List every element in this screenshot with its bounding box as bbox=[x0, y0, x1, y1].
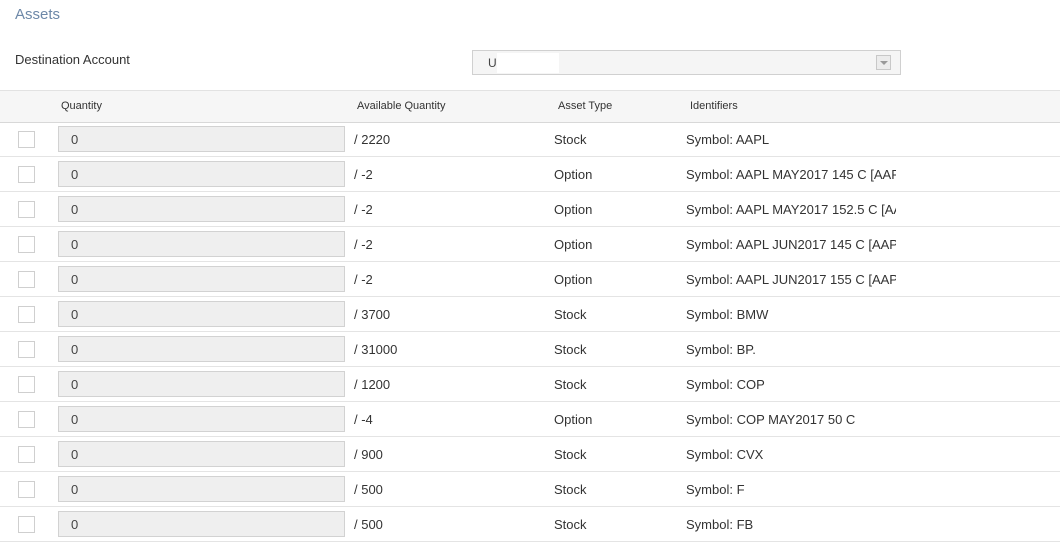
identifier: Symbol: CVX bbox=[686, 447, 764, 462]
asset-type: Stock bbox=[554, 307, 587, 322]
table-row: / 2220 Stock Symbol: AAPL bbox=[0, 122, 1060, 157]
destination-account-value: U bbox=[488, 56, 497, 70]
row-checkbox[interactable] bbox=[18, 236, 35, 253]
asset-type: Stock bbox=[554, 132, 587, 147]
row-checkbox[interactable] bbox=[18, 131, 35, 148]
header-quantity[interactable]: Quantity bbox=[61, 100, 102, 112]
identifier: Symbol: AAPL JUN2017 155 C [AAPL bbox=[686, 272, 896, 287]
quantity-input[interactable] bbox=[58, 406, 345, 432]
available-quantity: / 31000 bbox=[354, 342, 398, 357]
table-row: / -2 Option Symbol: AAPL JUN2017 155 C [AA… bbox=[0, 262, 1060, 297]
available-quantity: / -2 bbox=[354, 272, 373, 287]
quantity-input[interactable] bbox=[58, 196, 345, 222]
table-row: / -2 Option Symbol: AAPL JUN2017 145 C [AA… bbox=[0, 227, 1060, 262]
asset-type: Stock bbox=[554, 482, 587, 497]
table-row: / 1200 Stock Symbol: COP bbox=[0, 367, 1060, 402]
redacted-mask bbox=[497, 53, 559, 73]
available-quantity: / 3700 bbox=[354, 307, 391, 322]
row-checkbox[interactable] bbox=[18, 271, 35, 288]
row-checkbox[interactable] bbox=[18, 411, 35, 428]
asset-type: Stock bbox=[554, 342, 587, 357]
quantity-input[interactable] bbox=[58, 266, 345, 292]
assets-title: Assets bbox=[15, 6, 61, 23]
row-checkbox[interactable] bbox=[18, 306, 35, 323]
row-checkbox[interactable] bbox=[18, 341, 35, 358]
row-checkbox[interactable] bbox=[18, 376, 35, 393]
row-checkbox[interactable] bbox=[18, 481, 35, 498]
asset-type: Option bbox=[554, 237, 593, 252]
available-quantity: / 900 bbox=[354, 447, 383, 462]
identifier: Symbol: AAPL bbox=[686, 132, 770, 147]
identifier: Symbol: AAPL MAY2017 145 C [AAPL bbox=[686, 167, 896, 182]
asset-type: Option bbox=[554, 412, 593, 427]
table-row: / -2 Option Symbol: AAPL MAY2017 152.5 C [… bbox=[0, 192, 1060, 227]
asset-type: Stock bbox=[554, 447, 587, 462]
table-row: / 500 Stock Symbol: F bbox=[0, 472, 1060, 507]
table-row: / 500 Stock Symbol: FB bbox=[0, 507, 1060, 542]
quantity-input[interactable] bbox=[58, 511, 345, 537]
identifier: Symbol: COP MAY2017 50 C bbox=[686, 412, 856, 427]
destination-account-label: Destination Account bbox=[15, 52, 130, 67]
asset-type: Option bbox=[554, 202, 593, 217]
header-asset-type[interactable]: Asset Type bbox=[558, 100, 612, 112]
table-row: / -4 Option Symbol: COP MAY2017 50 C bbox=[0, 402, 1060, 437]
available-quantity: / 500 bbox=[354, 517, 383, 532]
quantity-input[interactable] bbox=[58, 301, 345, 327]
identifier: Symbol: COP bbox=[686, 377, 765, 392]
quantity-input[interactable] bbox=[58, 476, 345, 502]
identifier: Symbol: F bbox=[686, 482, 745, 497]
identifier: Symbol: BP. bbox=[686, 342, 756, 357]
available-quantity: / -2 bbox=[354, 237, 373, 252]
table-header: Quantity Available Quantity Asset Type I… bbox=[0, 90, 1060, 123]
header-identifiers[interactable]: Identifiers bbox=[690, 100, 738, 112]
table-row: / -2 Option Symbol: AAPL MAY2017 145 C [AA… bbox=[0, 157, 1060, 192]
available-quantity: / -2 bbox=[354, 202, 373, 217]
chevron-down-icon[interactable] bbox=[876, 55, 891, 70]
identifier: Symbol: AAPL MAY2017 152.5 C [AAPL bbox=[686, 202, 896, 217]
quantity-input[interactable] bbox=[58, 231, 345, 257]
quantity-input[interactable] bbox=[58, 441, 345, 467]
available-quantity: / 2220 bbox=[354, 132, 391, 147]
available-quantity: / -4 bbox=[354, 412, 373, 427]
quantity-input[interactable] bbox=[58, 371, 345, 397]
row-checkbox[interactable] bbox=[18, 516, 35, 533]
quantity-input[interactable] bbox=[58, 336, 345, 362]
available-quantity: / 1200 bbox=[354, 377, 391, 392]
asset-type: Option bbox=[554, 272, 593, 287]
row-checkbox[interactable] bbox=[18, 201, 35, 218]
asset-type: Stock bbox=[554, 517, 587, 532]
header-available-quantity[interactable]: Available Quantity bbox=[357, 100, 445, 112]
identifier: Symbol: AAPL JUN2017 145 C [AAPL bbox=[686, 237, 896, 252]
table-row: / 3700 Stock Symbol: BMW bbox=[0, 297, 1060, 332]
available-quantity: / 500 bbox=[354, 482, 383, 497]
row-checkbox[interactable] bbox=[18, 166, 35, 183]
identifier: Symbol: BMW bbox=[686, 307, 769, 322]
asset-rows: / 2220 Stock Symbol: AAPL / -2 Option Symbol:… bbox=[0, 122, 1060, 542]
quantity-input[interactable] bbox=[58, 126, 345, 152]
destination-account-select[interactable]: U bbox=[472, 50, 901, 75]
available-quantity: / -2 bbox=[354, 167, 373, 182]
table-row: / 31000 Stock Symbol: BP. bbox=[0, 332, 1060, 367]
asset-type: Option bbox=[554, 167, 593, 182]
identifier: Symbol: FB bbox=[686, 517, 754, 532]
row-checkbox[interactable] bbox=[18, 446, 35, 463]
quantity-input[interactable] bbox=[58, 161, 345, 187]
asset-type: Stock bbox=[554, 377, 587, 392]
table-row: / 900 Stock Symbol: CVX bbox=[0, 437, 1060, 472]
